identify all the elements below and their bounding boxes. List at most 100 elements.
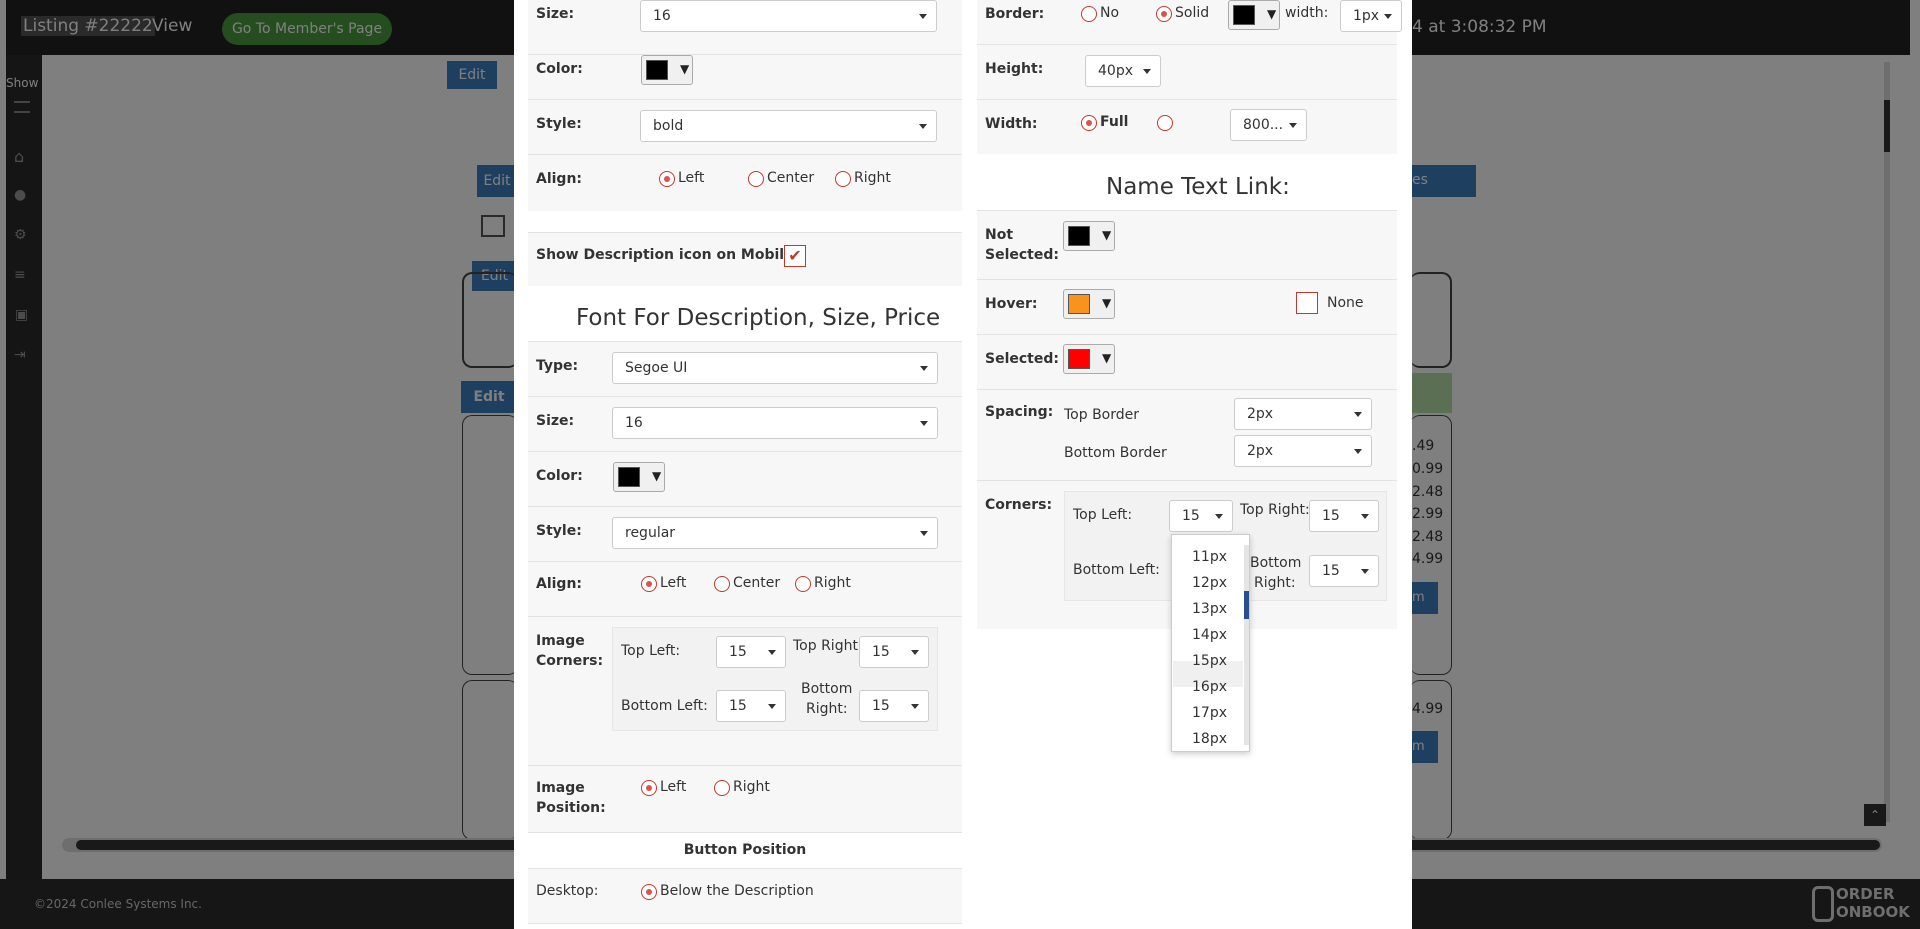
size-select[interactable]: 16 bbox=[640, 0, 937, 32]
bottom-border-select[interactable]: 2px bbox=[1234, 435, 1372, 467]
style-label: Style: bbox=[536, 116, 582, 132]
border-color-picker[interactable]: ▼ bbox=[1228, 0, 1280, 30]
height-select[interactable]: 40px bbox=[1085, 55, 1161, 87]
width-custom-radio[interactable] bbox=[1157, 115, 1173, 131]
size-label: Size: bbox=[536, 413, 575, 429]
selected-label: Selected: bbox=[985, 351, 1059, 367]
align-center-radio[interactable] bbox=[748, 171, 764, 187]
image-position-left-label: Left bbox=[660, 779, 687, 795]
style-label: Style: bbox=[536, 523, 582, 539]
image-corners-label: Corners: bbox=[536, 653, 604, 669]
bottom-right-select[interactable]: 15 bbox=[1309, 555, 1379, 587]
show-description-icon-row: Show Description icon on Mobile: ✔ bbox=[528, 232, 962, 286]
hover-none-label: None bbox=[1327, 295, 1364, 311]
border-label: Border: bbox=[985, 6, 1045, 22]
image-corners-row: Image Corners: Top Left: 15 Top Right: 1… bbox=[528, 616, 962, 765]
color-label: Color: bbox=[536, 61, 583, 77]
top-right-select[interactable]: 15 bbox=[1309, 500, 1379, 532]
border-no-label: No bbox=[1100, 5, 1120, 21]
bottom-right-select[interactable]: 15 bbox=[859, 690, 929, 722]
top-right-label: Top Right: bbox=[1240, 502, 1310, 518]
width-label: Width: bbox=[985, 116, 1038, 132]
bottom-right-label: Right: bbox=[1254, 575, 1296, 591]
corners-panel: Top Left: 15 Top Right: 15 Bottom Left: … bbox=[612, 627, 938, 731]
hover-label: Hover: bbox=[985, 296, 1038, 312]
style-select[interactable]: bold bbox=[640, 110, 937, 142]
bottom-left-label: Bottom Left: bbox=[1073, 562, 1160, 578]
align-left-label: Left bbox=[660, 575, 687, 591]
corners-label: Corners: bbox=[985, 497, 1053, 513]
selected-color-picker[interactable]: ▼ bbox=[1063, 344, 1115, 374]
top-border-label: Top Border bbox=[1064, 407, 1140, 423]
dropdown-option[interactable]: 12px bbox=[1192, 575, 1227, 591]
image-position-right-label: Right bbox=[733, 779, 770, 795]
size-row: Size: 16 bbox=[528, 0, 962, 54]
top-left-select[interactable]: 15 bbox=[1169, 500, 1233, 532]
type-row: Type: Segoe UI bbox=[528, 341, 962, 396]
not-selected-color-picker[interactable]: ▼ bbox=[1063, 221, 1115, 251]
top-border-select[interactable]: 2px bbox=[1234, 398, 1372, 430]
align-right-label: Right bbox=[854, 170, 891, 186]
style-settings-modal: Size: 16 Color: ▼ Style: bold Align: Lef… bbox=[514, 0, 1412, 929]
image-position-label: Position: bbox=[536, 800, 606, 816]
top-left-select[interactable]: 15 bbox=[716, 636, 786, 668]
align-left-radio[interactable] bbox=[659, 171, 675, 187]
align-right-radio[interactable] bbox=[835, 171, 851, 187]
top-right-select[interactable]: 15 bbox=[859, 636, 929, 668]
style-row: Style: regular bbox=[528, 506, 962, 561]
image-position-right-radio[interactable] bbox=[714, 780, 730, 796]
align-center-radio[interactable] bbox=[714, 576, 730, 592]
image-position-row: Image Position: Left Right bbox=[528, 765, 962, 832]
spacing-row: Spacing: Top Border 2px Bottom Border 2p… bbox=[977, 389, 1397, 480]
width-select[interactable]: 800... bbox=[1230, 109, 1307, 141]
hover-none-checkbox[interactable] bbox=[1296, 292, 1318, 314]
align-left-label: Left bbox=[678, 170, 705, 186]
width-full-radio[interactable] bbox=[1081, 115, 1097, 131]
border-no-radio[interactable] bbox=[1081, 6, 1097, 22]
color-picker[interactable]: ▼ bbox=[641, 55, 693, 85]
dropdown-option[interactable]: 11px bbox=[1192, 549, 1227, 565]
align-left-radio[interactable] bbox=[641, 576, 657, 592]
font-size-select[interactable]: 16 bbox=[612, 407, 938, 439]
color-row: Color: ▼ bbox=[528, 54, 962, 99]
dropdown-scrollbar[interactable] bbox=[1244, 545, 1249, 745]
desktop-below-description-label: Below the Description bbox=[660, 883, 814, 899]
dropdown-option[interactable]: 13px bbox=[1192, 601, 1227, 617]
size-label: Size: bbox=[536, 6, 575, 22]
bottom-right-label: Bottom bbox=[1250, 555, 1302, 571]
color-label: Color: bbox=[536, 468, 583, 484]
hover-color-picker[interactable]: ▼ bbox=[1063, 289, 1115, 319]
border-solid-label: Solid bbox=[1175, 5, 1210, 21]
desktop-row: Desktop: Below the Description bbox=[528, 868, 962, 924]
dropdown-option[interactable]: 18px bbox=[1192, 731, 1227, 747]
dropdown-option[interactable]: 15px bbox=[1192, 653, 1227, 669]
align-right-label: Right bbox=[814, 575, 851, 591]
height-row: Height: 40px bbox=[977, 44, 1397, 99]
spacing-label: Spacing: bbox=[985, 404, 1054, 420]
align-right-radio[interactable] bbox=[795, 576, 811, 592]
align-row: Align: Left Center Right bbox=[528, 561, 962, 616]
color-picker[interactable]: ▼ bbox=[613, 462, 665, 492]
dropdown-option[interactable]: 16px bbox=[1192, 679, 1227, 695]
border-solid-radio[interactable] bbox=[1156, 6, 1172, 22]
top-right-label: Top Right: bbox=[793, 638, 863, 654]
align-row: Align: Left Center Right bbox=[528, 154, 962, 211]
align-center-label: Center bbox=[733, 575, 781, 591]
border-width-select[interactable]: 1px bbox=[1340, 0, 1402, 32]
height-label: Height: bbox=[985, 61, 1044, 77]
dropdown-option[interactable]: 14px bbox=[1192, 627, 1227, 643]
font-type-select[interactable]: Segoe UI bbox=[612, 352, 938, 384]
not-selected-label: Not bbox=[985, 227, 1014, 243]
font-style-select[interactable]: regular bbox=[612, 517, 938, 549]
corner-radius-dropdown: 11px 12px 13px 14px 15px 16px 17px 18px bbox=[1171, 534, 1250, 752]
dropdown-option[interactable]: 17px bbox=[1192, 705, 1227, 721]
color-row: Color: ▼ bbox=[528, 451, 962, 506]
desktop-below-description-radio[interactable] bbox=[641, 884, 657, 900]
image-position-left-radio[interactable] bbox=[641, 780, 657, 796]
bottom-left-select[interactable]: 15 bbox=[716, 690, 786, 722]
width-full-label: Full bbox=[1100, 114, 1129, 130]
align-label: Align: bbox=[536, 576, 583, 592]
name-text-link-heading: Name Text Link: bbox=[1106, 174, 1290, 200]
show-description-icon-checkbox[interactable]: ✔ bbox=[784, 245, 806, 267]
dropdown-scrollbar-thumb[interactable] bbox=[1244, 591, 1249, 619]
